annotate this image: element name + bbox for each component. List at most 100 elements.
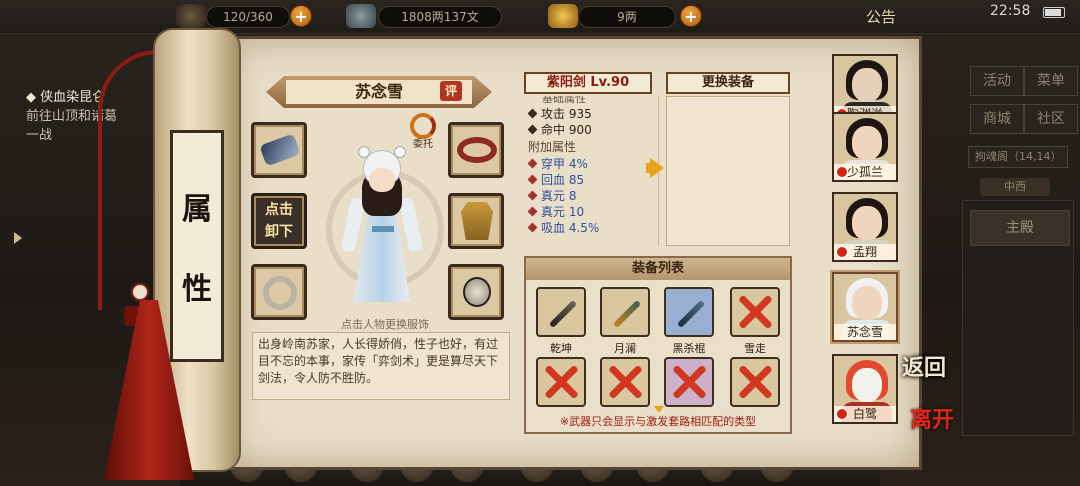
change-equipment-slot[interactable] (666, 96, 790, 246)
weapon-icon (676, 299, 706, 329)
weapon-item-name: 月澜 (614, 342, 636, 355)
gold-ingot-icon (548, 4, 578, 28)
menu-community[interactable]: 社区 (1024, 104, 1078, 134)
weapon-item-qiankun[interactable] (536, 287, 586, 337)
weapon-item-locked[interactable] (664, 357, 714, 407)
weapon-item-name: 雪走 (744, 342, 766, 355)
character-hat-ear (394, 146, 406, 158)
unload-button[interactable]: 点击 卸下 (251, 193, 307, 249)
menu-activity[interactable]: 活动 (970, 66, 1024, 96)
stat-row: 攻击 935 (524, 106, 652, 122)
weapon-item-locked[interactable] (600, 357, 650, 407)
weapon-item-yuelan[interactable] (600, 287, 650, 337)
party-member-name: 苏念雪 (834, 324, 896, 340)
stamina-icon (176, 4, 206, 28)
bonus-stat-row: 真元 10 (524, 204, 652, 220)
gold-display: 9两 (578, 6, 676, 28)
unavailable-x-icon (736, 363, 774, 401)
tassel-bead (131, 283, 149, 301)
unavailable-x-icon (542, 363, 580, 401)
notification-dot (836, 166, 848, 178)
bonus-stat-row: 吸血 4.5% (524, 220, 652, 236)
delegate-icon (410, 113, 436, 139)
leave-button[interactable]: 离开 (910, 408, 954, 432)
unload-label: 点击 (265, 202, 293, 218)
stat-row: 命中 900 (524, 122, 652, 138)
armor-icon (461, 202, 493, 240)
clock: 22:58 (990, 3, 1031, 19)
battery-icon (1043, 7, 1065, 18)
location-label: 拘魂阁（14,14） (968, 146, 1068, 168)
portrait-face (852, 206, 882, 240)
add-stamina-button[interactable]: + (290, 5, 312, 27)
weapon-item-name: 黑杀棍 (672, 342, 706, 355)
bonus-stat-row: 回血 85 (524, 172, 652, 188)
weapon-item-locked[interactable] (730, 357, 780, 407)
menu-main[interactable]: 菜单 (1024, 66, 1078, 96)
party-member-portrait[interactable]: 孟翔 (832, 192, 898, 262)
bracelet-icon (263, 276, 297, 310)
headband-icon (457, 137, 497, 163)
weapon-title: 紫阳剑 Lv.90 (524, 72, 652, 94)
character-face (369, 168, 395, 192)
equip-slot-shoes[interactable] (251, 122, 307, 178)
pendant-icon (463, 277, 491, 307)
party-member-portrait[interactable]: 白鹭 (832, 354, 898, 424)
rate-button[interactable]: 评 (440, 81, 462, 101)
unavailable-x-icon (736, 293, 774, 331)
party-member-portrait[interactable]: 少孤兰 (832, 112, 898, 182)
scroll-down-indicator-icon[interactable] (654, 406, 664, 413)
attribute-title-char2: 性 (182, 272, 212, 307)
back-button[interactable]: 返回 (902, 356, 946, 380)
attribute-title: 属 性 (170, 170, 224, 330)
equip-slot-head[interactable] (448, 122, 504, 178)
change-outfit-hint: 点击人物更换服饰 (341, 318, 429, 331)
weapon-item-heishagun[interactable] (664, 287, 714, 337)
portrait-face (852, 368, 882, 402)
portrait-face (852, 68, 882, 102)
weapon-stats-panel: 基础属性 攻击 935 命中 900 附加属性 穿甲 4% 回血 85 真元 8… (524, 96, 652, 244)
notification-dot (836, 408, 848, 420)
equipment-list-title: 装备列表 (526, 258, 790, 280)
stamina-display: 120/360 (206, 6, 290, 28)
change-equipment-title: 更换装备 (666, 72, 790, 94)
weapon-item-name: 乾坤 (550, 342, 572, 355)
delegate-label: 委托 (413, 139, 433, 150)
stats-header-partial: 基础属性 (542, 96, 586, 105)
map-tab[interactable]: 中西 (980, 178, 1050, 196)
expand-arrow-icon[interactable] (14, 232, 22, 244)
main-hall-button[interactable]: 主殿 (970, 210, 1070, 246)
equip-slot-ring[interactable] (251, 264, 307, 320)
delegate-button[interactable]: 委托 (406, 113, 440, 153)
attribute-title-char1: 属 (182, 192, 212, 227)
top-status-bar: 120/360 + 1808两137文 9两 + 公告 22:58 (0, 0, 1080, 34)
money-icon (346, 4, 376, 28)
unload-label-2: 卸下 (265, 224, 293, 240)
weapon-item-locked[interactable] (536, 357, 586, 407)
portrait-face (852, 126, 882, 160)
portrait-face (852, 286, 882, 320)
equip-slot-accessory[interactable] (448, 264, 504, 320)
add-gold-button[interactable]: + (680, 5, 702, 27)
notification-dot (836, 246, 848, 258)
bonus-stats-header: 附加属性 (528, 140, 577, 154)
weapon-icon (548, 299, 578, 329)
character-description: 出身岭南苏家，人长得娇俏，性子也好，有过目不忘的本事，家传「弈剑术」更是算尽天下… (252, 332, 510, 400)
weapon-icon (612, 299, 642, 329)
weapon-item-xuezou[interactable] (730, 287, 780, 337)
back-label: 返回 (902, 355, 947, 381)
bonus-stat-row: 真元 8 (524, 188, 652, 204)
character-hat-ear (358, 146, 370, 158)
equip-slot-armor[interactable] (448, 193, 504, 249)
notice-button[interactable]: 公告 (866, 6, 896, 27)
boots-icon (259, 133, 301, 167)
unavailable-x-icon (670, 363, 708, 401)
leave-label: 离开 (910, 407, 955, 433)
unavailable-x-icon (606, 363, 644, 401)
arrow-right-icon (650, 158, 664, 178)
menu-shop[interactable]: 商城 (970, 104, 1024, 134)
character-belt (372, 226, 394, 232)
bonus-stat-row: 穿甲 4% (524, 156, 652, 172)
game-screen: 120/360 + 1808两137文 9两 + 公告 22:58 ◆ 侠血染昆… (0, 0, 1080, 486)
party-member-portrait-selected[interactable]: 苏念雪 (832, 272, 898, 342)
